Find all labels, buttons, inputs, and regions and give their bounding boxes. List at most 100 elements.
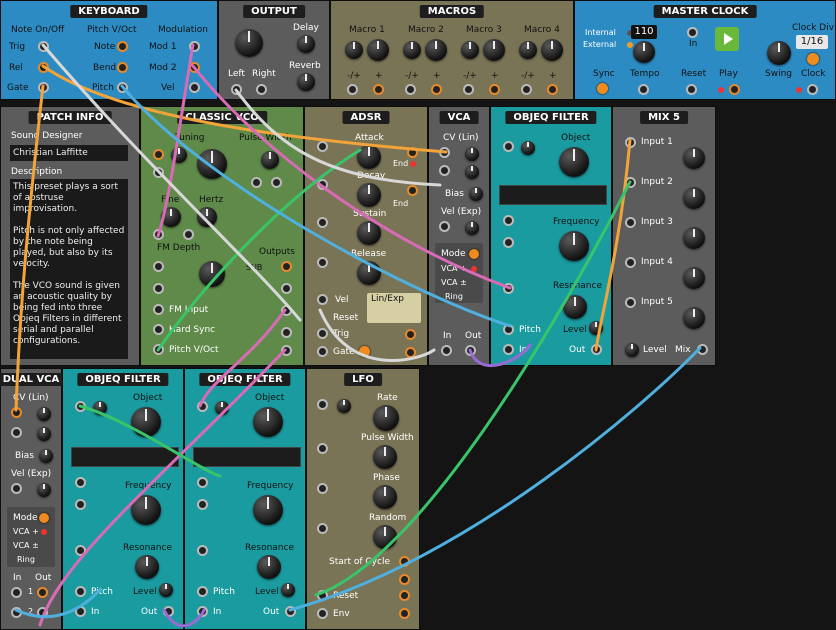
dual-vca-vel-jack[interactable] (11, 483, 22, 494)
tempo-knob[interactable] (633, 41, 655, 63)
trig-jack[interactable] (38, 41, 49, 52)
objeq-b-res-cv-jack[interactable] (197, 545, 208, 556)
objeq-a-resonance-knob[interactable] (135, 555, 159, 579)
fm-cv-jack[interactable] (153, 261, 164, 272)
clock-div-button[interactable] (807, 53, 819, 65)
input3-jack[interactable] (625, 217, 636, 228)
macro4-knob[interactable] (541, 39, 563, 61)
release-knob[interactable] (357, 261, 381, 285)
adsr-gate-jack[interactable] (317, 346, 328, 357)
vca-out-jack[interactable] (465, 345, 476, 356)
macro4-neg-jack[interactable] (521, 84, 532, 95)
adsr-inv-out-jack[interactable] (405, 347, 416, 358)
tuning-att-knob[interactable] (171, 147, 187, 163)
lin-exp-switch[interactable]: Lin/Exp (367, 293, 421, 323)
objeq-top-object-att[interactable] (521, 141, 535, 155)
input4-knob[interactable] (683, 267, 705, 289)
hard-sync-jack[interactable] (153, 324, 164, 335)
rel-jack[interactable] (38, 62, 49, 73)
objeq-b-object-knob[interactable] (253, 407, 283, 437)
dual-vca-in2-jack[interactable] (11, 607, 22, 618)
dual-vca-out2-jack[interactable] (37, 607, 48, 618)
swing-knob[interactable] (767, 41, 791, 65)
delay-knob[interactable] (297, 35, 315, 53)
objeq-top-object-selector[interactable] (499, 185, 607, 205)
square-out-jack[interactable] (281, 345, 292, 356)
objeq-top-frequency-knob[interactable] (559, 231, 589, 261)
mod2-jack[interactable] (189, 62, 200, 73)
macro2-small-knob[interactable] (403, 41, 421, 59)
hertz-knob[interactable] (197, 207, 217, 227)
macro1-pos-jack[interactable] (373, 84, 384, 95)
macro2-knob[interactable] (425, 39, 447, 61)
objeq-a-object-cv-jack[interactable] (75, 401, 86, 412)
gate-jack[interactable] (38, 82, 49, 93)
tri-out-jack[interactable] (281, 305, 292, 316)
mix-level-knob[interactable] (625, 343, 639, 357)
vco-pitch-jack[interactable] (153, 344, 164, 355)
lfo-soc-jack[interactable] (399, 556, 410, 567)
objeq-top-object-cv-jack[interactable] (503, 141, 514, 152)
objeq-a-frequency-knob[interactable] (131, 495, 161, 525)
lfo-square-jack[interactable] (399, 574, 410, 585)
vca-vel-jack[interactable] (439, 221, 450, 232)
vca-bias-knob[interactable] (469, 187, 483, 201)
macro4-small-knob[interactable] (519, 41, 537, 59)
decay-cv-jack[interactable] (317, 179, 328, 190)
pulse-width-knob[interactable] (261, 151, 279, 169)
dual-vca-vel-knob[interactable] (37, 483, 51, 497)
objeq-b-object-cv-jack[interactable] (197, 401, 208, 412)
pitch-jack[interactable] (117, 82, 128, 93)
tempo-jack[interactable] (638, 84, 649, 95)
input3-knob[interactable] (683, 227, 705, 249)
objeq-b-frequency-knob[interactable] (253, 495, 283, 525)
dual-vca-out1-jack[interactable] (37, 587, 48, 598)
volume-knob[interactable] (235, 29, 263, 57)
dual-vca-cv2-jack[interactable] (11, 427, 22, 438)
hertz-jack[interactable] (183, 229, 194, 240)
objeq-b-in-jack[interactable] (197, 606, 208, 617)
clock-in-jack[interactable] (687, 27, 698, 38)
adsr-out-jack[interactable] (405, 329, 416, 340)
lfo-rate-cv-jack[interactable] (317, 399, 328, 410)
lfo-tri-jack[interactable] (399, 590, 410, 601)
adsr-vel-jack[interactable] (317, 294, 328, 305)
fine-knob[interactable] (161, 207, 181, 227)
objeq-b-freq-cv-jack[interactable] (197, 477, 208, 488)
attack-cv-jack[interactable] (317, 141, 328, 152)
reset-jack[interactable] (686, 84, 697, 95)
sustain-cv-jack[interactable] (317, 217, 328, 228)
objeq-b-level-knob[interactable] (281, 583, 295, 597)
objeq-top-out-jack[interactable] (591, 344, 602, 355)
bend-jack[interactable] (117, 62, 128, 73)
release-cv-jack[interactable] (317, 257, 328, 268)
tuning-cv2-jack[interactable] (153, 167, 164, 178)
objeq-a-freq-cv2-jack[interactable] (75, 499, 86, 510)
play-button[interactable] (715, 27, 739, 51)
sustain-knob[interactable] (357, 221, 381, 245)
tuning-knob[interactable] (197, 149, 227, 179)
vca-cv2-knob[interactable] (465, 165, 479, 179)
dual-vca-mode-button[interactable] (39, 513, 49, 523)
lfo-pw-cv-jack[interactable] (317, 443, 328, 454)
objeq-top-pitch-jack[interactable] (503, 324, 514, 335)
lfo-rate-knob[interactable] (373, 405, 399, 431)
input4-jack[interactable] (625, 257, 636, 268)
vca-cv-knob[interactable] (465, 147, 479, 161)
clock-div-display[interactable]: 1/16 (796, 35, 828, 49)
lfo-env-jack[interactable] (317, 608, 328, 619)
dual-vca-cv-knob[interactable] (37, 407, 51, 421)
dual-vca-cv2-knob[interactable] (37, 427, 51, 441)
sync-button[interactable] (597, 83, 608, 94)
objeq-b-freq-cv2-jack[interactable] (197, 499, 208, 510)
objeq-b-resonance-knob[interactable] (257, 555, 281, 579)
input2-jack[interactable] (625, 177, 636, 188)
fine-jack[interactable] (153, 229, 164, 240)
left-jack[interactable] (231, 84, 242, 95)
dual-vca-in1-jack[interactable] (11, 587, 22, 598)
objeq-top-resonance-knob[interactable] (563, 295, 587, 319)
objeq-b-object-selector[interactable] (193, 447, 301, 467)
macro3-small-knob[interactable] (461, 41, 479, 59)
adsr-gate-button[interactable] (359, 346, 370, 357)
objeq-a-level-knob[interactable] (159, 583, 173, 597)
